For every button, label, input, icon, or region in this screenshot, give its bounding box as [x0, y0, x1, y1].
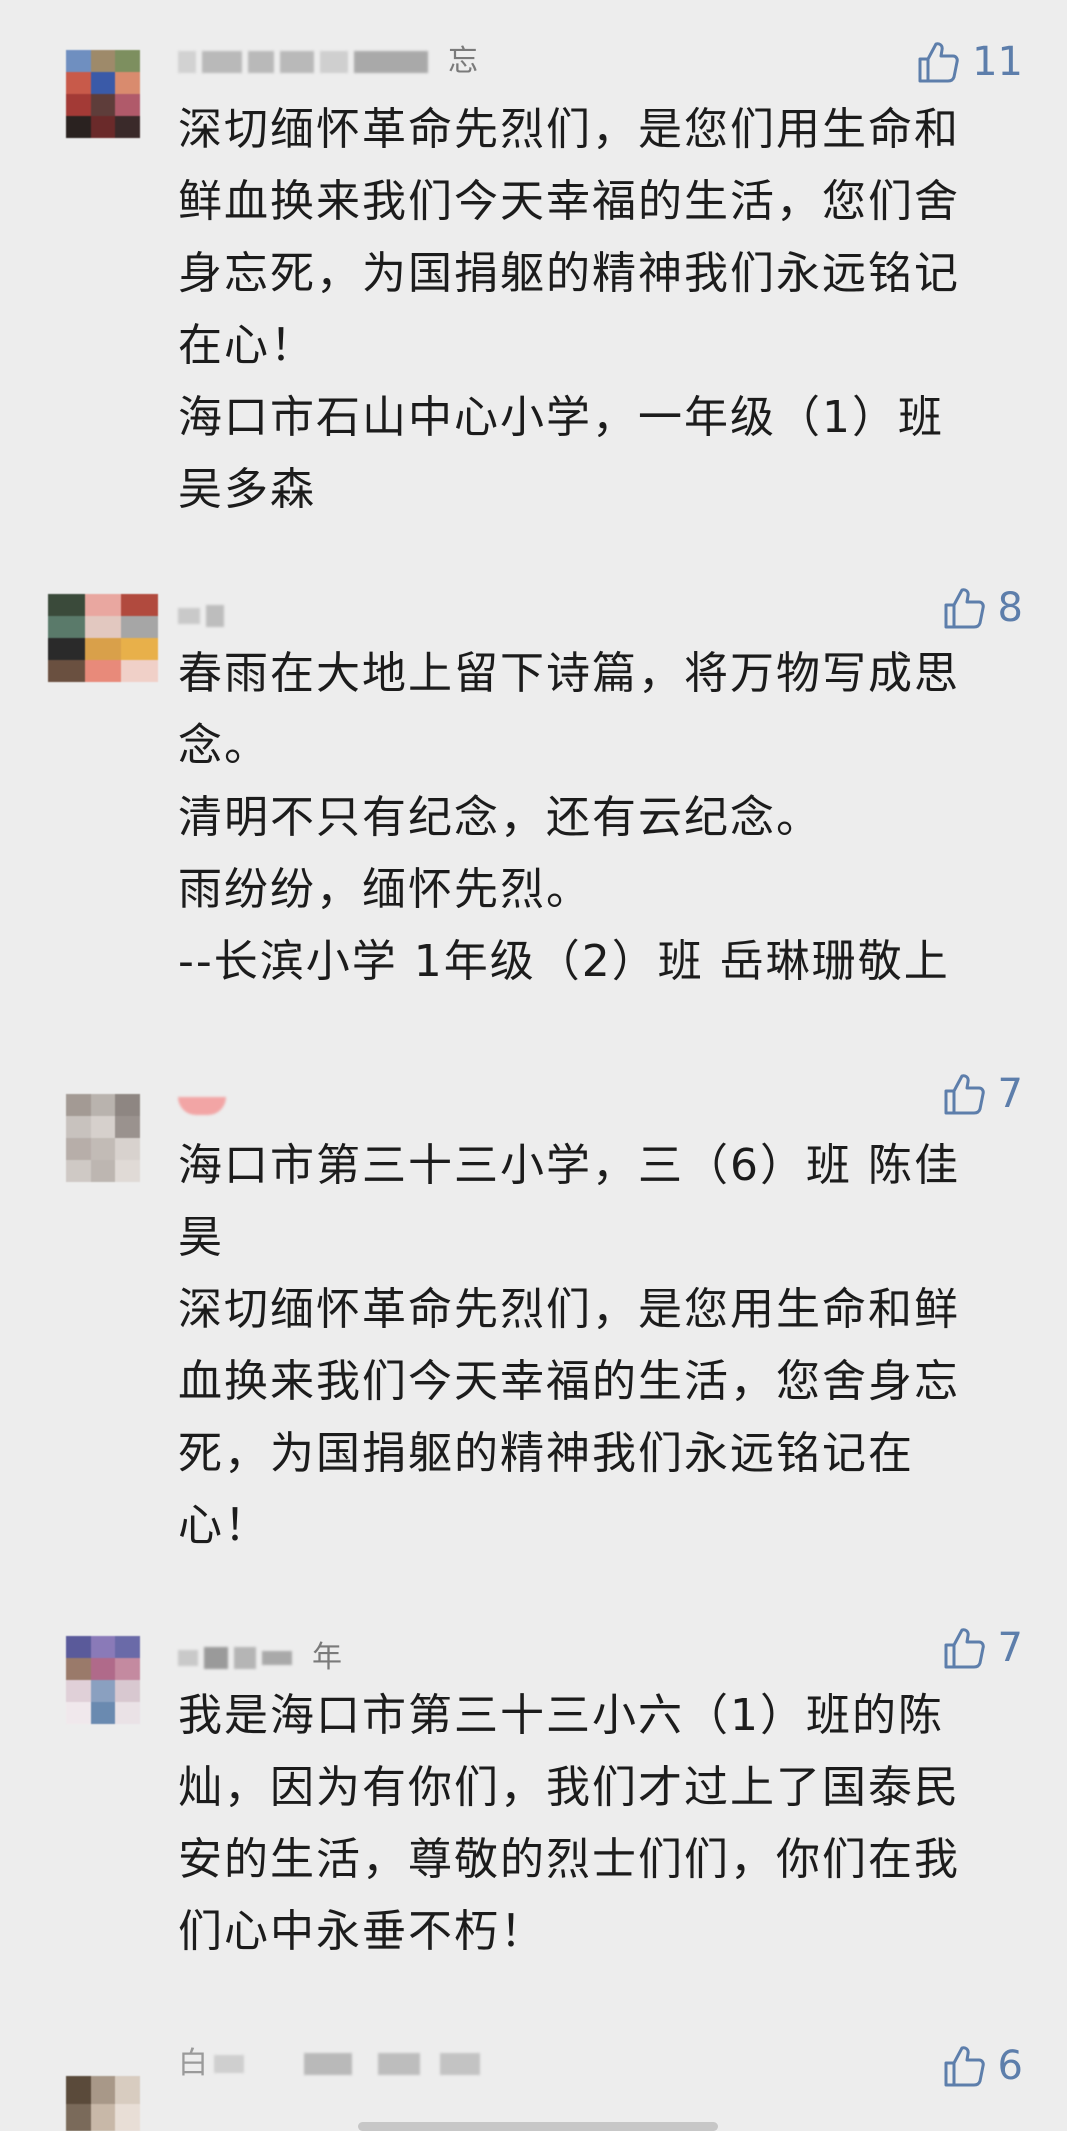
comment-item: 忘 11 深切缅怀革命先烈们，是您们用生命和 鲜血换来我们今天幸福的生活，您们舍… [0, 34, 1067, 534]
username[interactable]: 年 [178, 1638, 342, 1678]
avatar[interactable] [48, 594, 158, 682]
comment-line: 们心中永垂不朽！ [178, 1906, 546, 1957]
username-visible-char: 白 [178, 2046, 208, 2081]
comment-line: 昊 [178, 1212, 224, 1263]
comment-line: 我是海口市第三十三小六（1）班的陈 [178, 1690, 944, 1741]
comment-list: 忘 11 深切缅怀革命先烈们，是您们用生命和 鲜血换来我们今天幸福的生活，您们舍… [0, 0, 1067, 2131]
thumbs-up-icon [940, 1624, 988, 1672]
comment-line: 死，为国捐躯的精神我们永远铭记在 [178, 1428, 914, 1479]
like-count: 8 [997, 585, 1023, 631]
like-count: 11 [972, 39, 1023, 85]
comment-item: 7 海口市第三十三小学，三（6）班 陈佳 昊 深切缅怀革命先烈们，是您用生命和鲜… [0, 1066, 1067, 1566]
username[interactable]: 白 [178, 2044, 480, 2084]
comment-line: 海口市石山中心小学，一年级（1）班 [178, 392, 944, 443]
home-indicator[interactable] [358, 2122, 718, 2131]
username-visible-char: 忘 [448, 44, 478, 79]
comment-line: 春雨在大地上留下诗篇，将万物写成思 [178, 648, 960, 699]
avatar[interactable] [66, 1094, 140, 1182]
comment-line: 在心！ [178, 320, 316, 371]
thumbs-up-icon [940, 584, 988, 632]
comment-line: 血换来我们今天幸福的生活，您舍身忘 [178, 1356, 960, 1407]
like-button[interactable]: 8 [940, 580, 1023, 636]
comment-line: 深切缅怀革命先烈们，是您们用生命和 [178, 104, 960, 155]
like-button[interactable]: 7 [940, 1620, 1023, 1676]
comment-line: 安的生活，尊敬的烈士们们，你们在我 [178, 1834, 960, 1885]
comment-line: 海口市第三十三小学，三（6）班 陈佳 [178, 1140, 960, 1191]
comment-text: 海口市第三十三小学，三（6）班 陈佳 昊 深切缅怀革命先烈们，是您用生命和鲜 血… [178, 1130, 1038, 1562]
comment-item: 8 春雨在大地上留下诗篇，将万物写成思 念。 清明不只有纪念，还有云纪念。 雨纷… [0, 580, 1067, 1000]
username-visible-char: 年 [312, 1640, 342, 1675]
comment-line: 鲜血换来我们今天幸福的生活，您们舍 [178, 176, 960, 227]
comment-item: 年 7 我是海口市第三十三小六（1）班的陈 灿，因为有你们，我们才过上了国泰民 … [0, 1620, 1067, 2040]
username[interactable] [178, 1086, 246, 1126]
username[interactable]: 忘 [178, 42, 478, 82]
username[interactable] [178, 596, 244, 636]
comment-line: 深切缅怀革命先烈们，是您用生命和鲜 [178, 1284, 960, 1335]
comment-line: 吴多森 [178, 464, 316, 515]
comment-text: 深切缅怀革命先烈们，是您们用生命和 鲜血换来我们今天幸福的生活，您们舍 身忘死，… [178, 94, 1038, 526]
like-count: 7 [997, 1625, 1023, 1671]
comment-line: 清明不只有纪念，还有云纪念。 [178, 792, 822, 843]
like-count: 7 [997, 1071, 1023, 1117]
avatar[interactable] [66, 50, 140, 138]
like-button[interactable]: 11 [914, 34, 1023, 90]
thumbs-up-icon [940, 2042, 988, 2090]
comment-line: 心！ [178, 1500, 270, 1551]
like-button[interactable]: 6 [940, 2038, 1023, 2094]
avatar[interactable] [66, 1636, 140, 1724]
like-count: 6 [997, 2043, 1023, 2089]
comment-text: 春雨在大地上留下诗篇，将万物写成思 念。 清明不只有纪念，还有云纪念。 雨纷纷，… [178, 638, 1038, 998]
comment-line: 灿，因为有你们，我们才过上了国泰民 [178, 1762, 960, 1813]
thumbs-up-icon [914, 38, 962, 86]
comment-item: 白 6 [0, 2036, 1067, 2131]
comment-line: --长滨小学 1年级（2）班 岳琳珊敬上 [178, 936, 950, 987]
like-button[interactable]: 7 [940, 1066, 1023, 1122]
comment-line: 念。 [178, 720, 270, 771]
comment-line: 雨纷纷，缅怀先烈。 [178, 864, 592, 915]
avatar[interactable] [66, 2076, 140, 2131]
comment-text: 我是海口市第三十三小六（1）班的陈 灿，因为有你们，我们才过上了国泰民 安的生活… [178, 1680, 1038, 1968]
comment-line: 身忘死，为国捐躯的精神我们永远铭记 [178, 248, 960, 299]
thumbs-up-icon [940, 1070, 988, 1118]
